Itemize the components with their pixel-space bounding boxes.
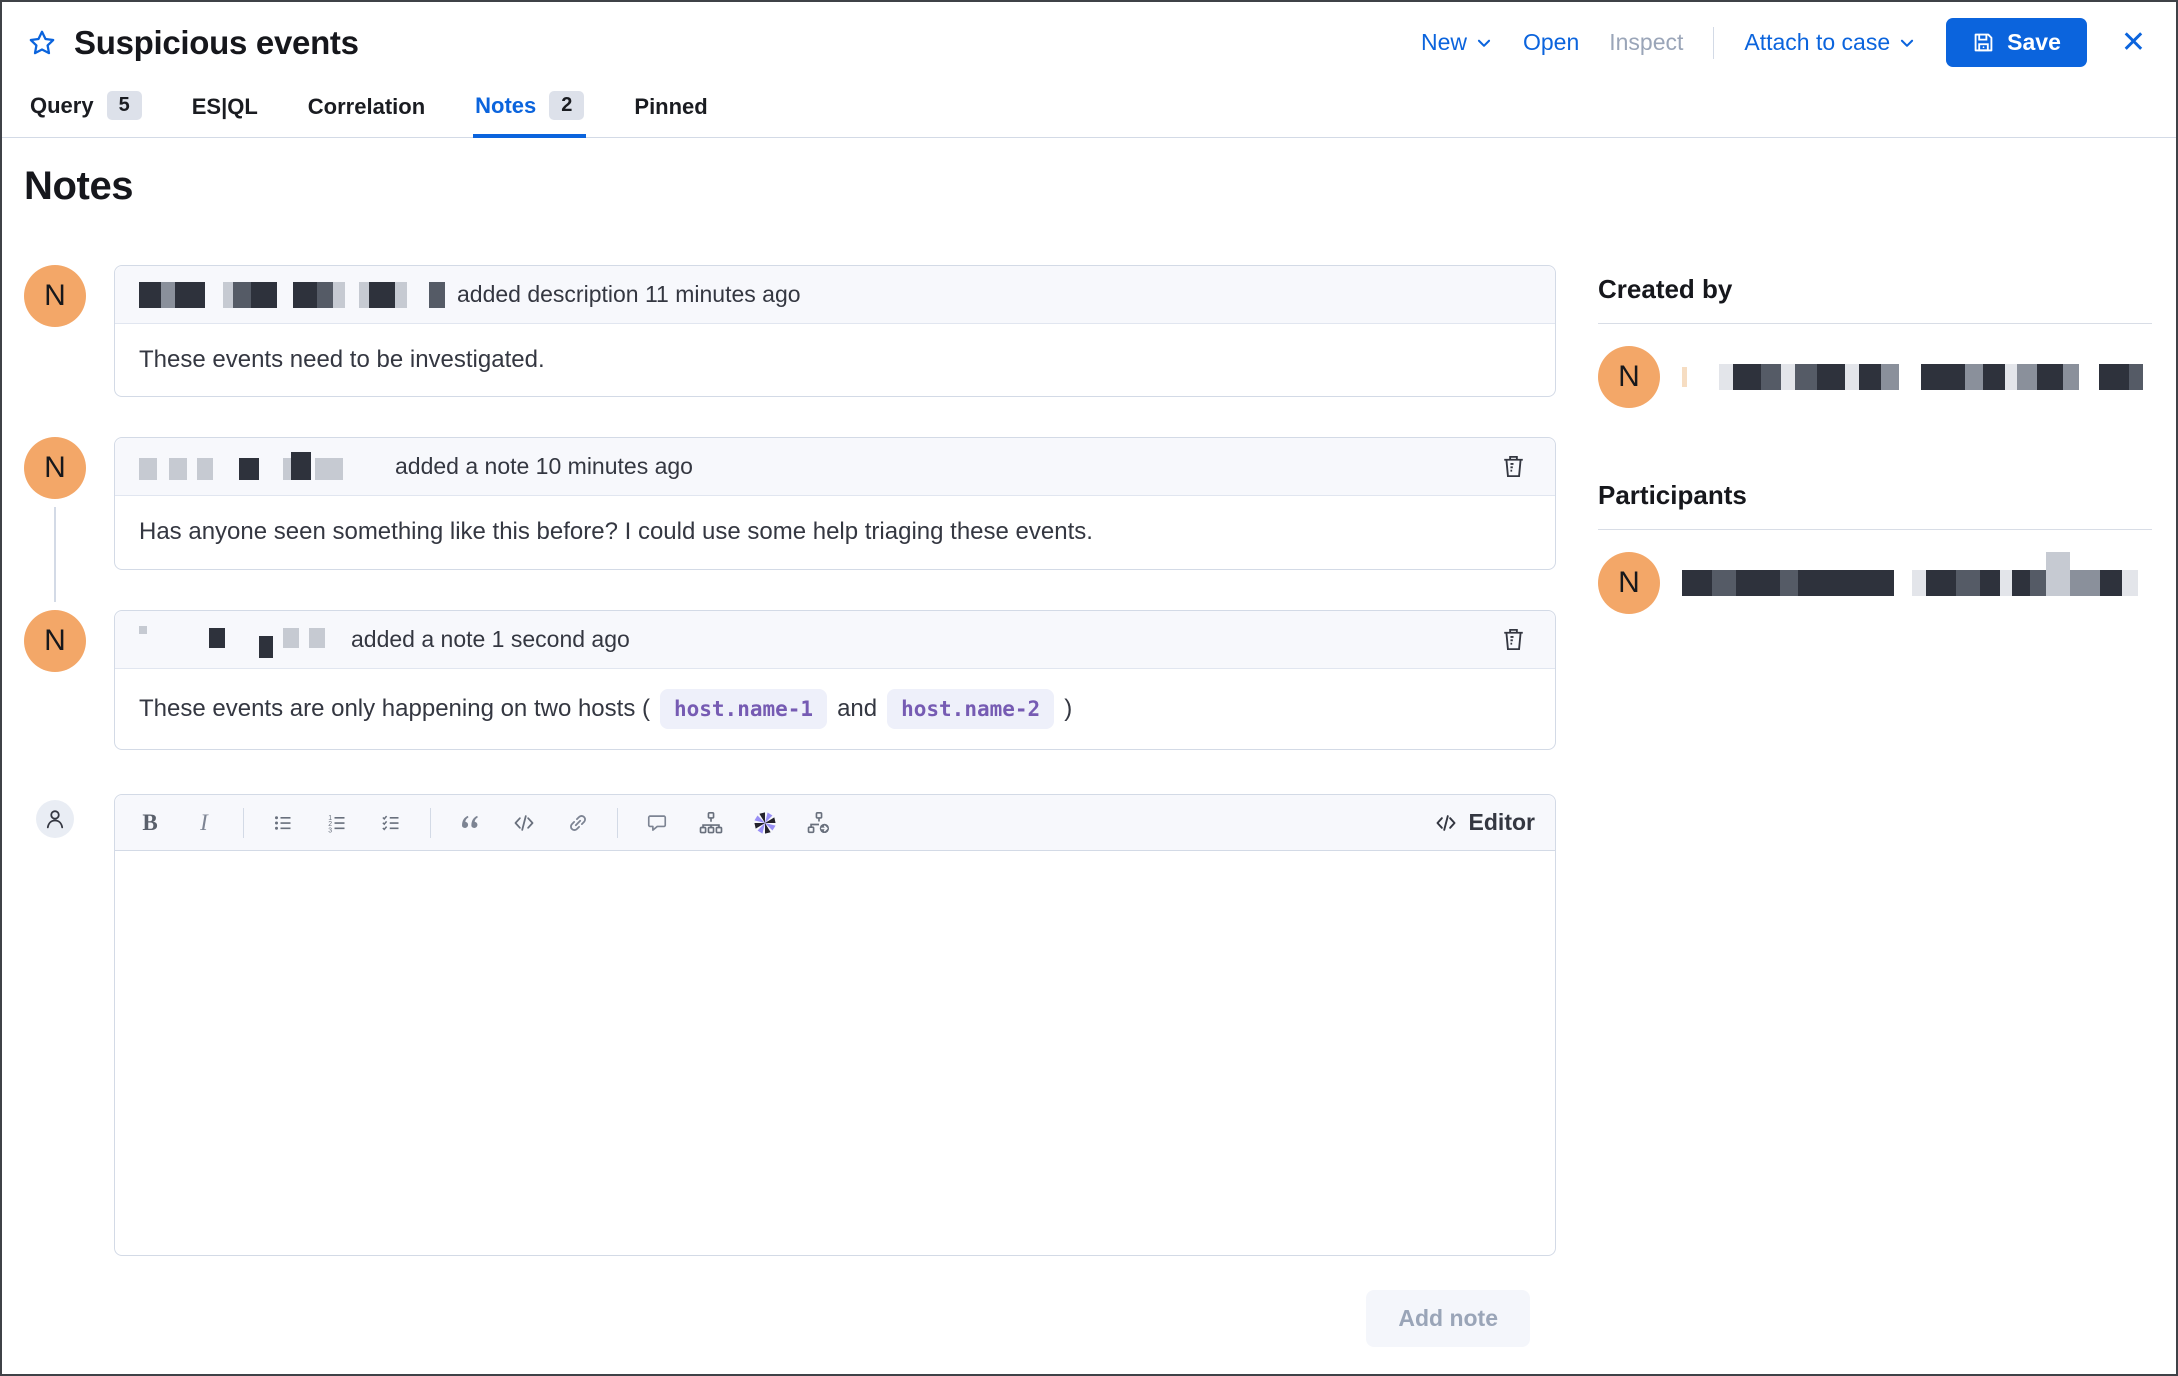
person-icon bbox=[43, 807, 67, 831]
save-button[interactable]: Save bbox=[1946, 18, 2087, 67]
note-body: These events are only happening on two h… bbox=[115, 669, 1555, 749]
tab-esql[interactable]: ES|QL bbox=[190, 88, 260, 138]
note-panel: added a note 10 minutes ago Has anyone s… bbox=[114, 437, 1556, 570]
delete-note-button[interactable] bbox=[1496, 622, 1531, 657]
note-action-text: added a note 1 second ago bbox=[351, 625, 630, 652]
notes-sidebar: Created by N Participants N bbox=[1598, 138, 2152, 1347]
participants-heading: Participants bbox=[1598, 480, 1747, 510]
add-note-button[interactable]: Add note bbox=[1366, 1290, 1530, 1348]
bold-icon[interactable]: B bbox=[135, 808, 165, 838]
comment-icon[interactable] bbox=[642, 808, 672, 838]
avatar: N bbox=[24, 437, 86, 500]
thread-connector bbox=[54, 507, 56, 602]
attach-to-case-button[interactable]: Attach to case bbox=[1744, 29, 1916, 56]
host-name-code: host.name-1 bbox=[659, 688, 828, 730]
section-divider bbox=[1598, 529, 2152, 530]
redaction-fragment bbox=[1682, 367, 1687, 387]
favorite-star-icon[interactable] bbox=[28, 29, 56, 57]
avatar: N bbox=[24, 265, 86, 327]
note-panel: added description 11 minutes ago These e… bbox=[114, 265, 1556, 398]
redacted-username bbox=[139, 451, 383, 480]
avatar: N bbox=[1598, 346, 1660, 408]
current-user-avatar bbox=[36, 800, 74, 839]
chevron-down-icon bbox=[1898, 34, 1916, 52]
code-brackets-icon bbox=[1435, 812, 1457, 834]
save-icon bbox=[1972, 31, 1995, 54]
timeline-icon[interactable] bbox=[696, 808, 726, 838]
delete-note-button[interactable] bbox=[1496, 449, 1531, 484]
close-icon[interactable]: ✕ bbox=[2117, 27, 2150, 58]
section-divider bbox=[1598, 323, 2152, 324]
note-action-text: added description 11 minutes ago bbox=[457, 281, 801, 307]
note-item: N added a note 10 minutes ago Has anyone… bbox=[24, 437, 1556, 602]
created-by-section: Created by N bbox=[1598, 274, 2152, 408]
visualization-icon[interactable] bbox=[750, 808, 780, 838]
top-bar: Suspicious events New Open Inspect Attac… bbox=[2, 2, 2176, 75]
redacted-username bbox=[1719, 364, 2152, 390]
open-button[interactable]: Open bbox=[1523, 29, 1579, 56]
editor-mode-toggle[interactable]: Editor bbox=[1435, 809, 1535, 836]
link-icon[interactable] bbox=[563, 808, 593, 838]
note-body: These events need to be investigated. bbox=[139, 346, 545, 373]
note-editor-textarea[interactable] bbox=[115, 851, 1555, 1256]
tab-correlation[interactable]: Correlation bbox=[306, 88, 427, 138]
redacted-username bbox=[1682, 552, 2152, 596]
notes-count-badge: 2 bbox=[549, 91, 585, 120]
ordered-list-icon[interactable]: 123 bbox=[322, 808, 352, 838]
toolbar-divider bbox=[243, 807, 244, 838]
redacted-username bbox=[139, 281, 445, 308]
markdown-editor-panel: B I 123 Editor bbox=[114, 794, 1556, 1257]
timeline-tabs: Query 5 ES|QL Correlation Notes 2 Pinned bbox=[2, 75, 2176, 138]
host-name-code: host.name-2 bbox=[887, 688, 1055, 730]
new-note-editor: B I 123 Editor bbox=[24, 794, 1556, 1257]
page-title: Suspicious events bbox=[74, 23, 359, 61]
note-item: N added a note 1 second ago These events… bbox=[24, 609, 1556, 751]
unordered-list-icon[interactable] bbox=[268, 808, 298, 838]
tab-notes[interactable]: Notes 2 bbox=[473, 85, 587, 138]
italic-icon[interactable]: I bbox=[189, 808, 219, 838]
note-header: added a note 10 minutes ago bbox=[115, 438, 1555, 497]
tab-pinned[interactable]: Pinned bbox=[632, 88, 709, 138]
chevron-down-icon bbox=[1475, 34, 1493, 52]
timeline-flyout: Suspicious events New Open Inspect Attac… bbox=[0, 0, 2178, 1376]
redacted-username bbox=[139, 626, 339, 659]
note-body: Has anyone seen something like this befo… bbox=[139, 518, 1093, 546]
note-item-description: N added description 11 minutes ago These… bbox=[24, 265, 1556, 398]
note-panel: added a note 1 second ago These events a… bbox=[114, 609, 1556, 751]
query-count-badge: 5 bbox=[106, 91, 142, 120]
toolbar-divider bbox=[430, 807, 431, 838]
avatar: N bbox=[1598, 552, 1660, 614]
svg-text:3: 3 bbox=[328, 827, 332, 833]
note-header: added a note 1 second ago bbox=[115, 610, 1555, 669]
code-icon[interactable] bbox=[509, 808, 539, 838]
tab-query[interactable]: Query 5 bbox=[28, 85, 144, 138]
toolbar-divider bbox=[617, 807, 618, 838]
header-divider bbox=[1713, 26, 1715, 59]
notes-heading: Notes bbox=[24, 164, 134, 208]
note-action-text: added a note 10 minutes ago bbox=[395, 453, 693, 480]
editor-toolbar: B I 123 Editor bbox=[115, 795, 1555, 852]
avatar: N bbox=[24, 609, 86, 672]
quote-icon[interactable] bbox=[455, 808, 485, 838]
participants-section: Participants N bbox=[1598, 480, 2152, 614]
new-button[interactable]: New bbox=[1421, 29, 1493, 56]
created-by-heading: Created by bbox=[1598, 274, 1733, 304]
inspect-button[interactable]: Inspect bbox=[1609, 29, 1683, 56]
task-list-icon[interactable] bbox=[376, 808, 406, 838]
note-header: added description 11 minutes ago bbox=[115, 266, 1555, 324]
osquery-icon[interactable] bbox=[804, 808, 834, 838]
